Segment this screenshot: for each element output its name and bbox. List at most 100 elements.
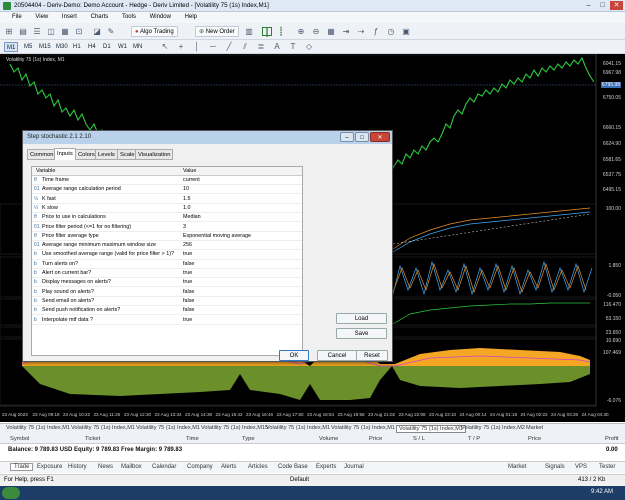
input-row[interactable]: ½K slow 1.0 [32, 204, 302, 214]
col-price[interactable]: Price [369, 436, 382, 442]
col-tp[interactable]: T / P [468, 436, 480, 442]
input-value[interactable]: true [183, 251, 192, 257]
input-value[interactable]: false [183, 289, 194, 295]
chart-tab[interactable]: Volatility 75 (1s) Index,M1 [71, 425, 135, 431]
new-order-button[interactable]: ⊕ New Order [195, 26, 239, 37]
menu-charts[interactable]: Charts [91, 14, 109, 20]
input-row[interactable]: b Turn alerts on? false [32, 260, 302, 269]
col-profit[interactable]: Profit [605, 436, 619, 442]
tile-windows-icon[interactable]: ▦ [326, 27, 336, 36]
menu-insert[interactable]: Insert [62, 14, 77, 20]
load-button[interactable]: Load [336, 313, 387, 324]
input-value[interactable]: 3 [183, 224, 186, 230]
dialog-title-bar[interactable]: Step stochastic 2.1 2.10 – □ ✕ [23, 131, 392, 144]
label-icon[interactable]: T [288, 42, 298, 51]
input-row[interactable]: ½K fast 1.5 [32, 195, 302, 204]
menu-view[interactable]: View [35, 14, 48, 20]
market-watch-icon[interactable]: ◫ [46, 27, 56, 36]
indicators-icon[interactable]: ƒ [371, 27, 381, 36]
input-row[interactable]: 01 Price filter period (<=1 for no filter… [32, 223, 302, 232]
panel-tab[interactable]: Market [508, 464, 526, 470]
chart-tab[interactable]: Volatility 75 (1s) Index,M15 [201, 425, 268, 431]
templates-icon[interactable]: ▣ [401, 27, 411, 36]
input-value[interactable]: 10 [183, 186, 189, 192]
tf-m15[interactable]: M15 [37, 42, 53, 52]
tf-h1[interactable]: H1 [71, 42, 83, 52]
input-row[interactable]: tf Time frame current [32, 176, 302, 186]
col-volume[interactable]: Volume [319, 436, 338, 442]
input-row[interactable]: b Use smoothed average range (valid for p… [32, 250, 302, 260]
col-symbol[interactable]: Symbol [10, 436, 29, 442]
zoom-in-icon[interactable]: ⊕ [296, 27, 306, 36]
menu-window[interactable]: Window [150, 14, 171, 20]
fibonacci-icon[interactable]: ≣ [256, 42, 266, 51]
terminal-tab[interactable]: Mailbox [121, 464, 142, 470]
dialog-close-icon[interactable]: ✕ [370, 132, 390, 142]
terminal-tab[interactable]: Alerts [221, 464, 236, 470]
tab-visualization[interactable]: Visualization [135, 149, 174, 160]
input-value[interactable]: true [183, 279, 192, 285]
col-time[interactable]: Time [186, 436, 199, 442]
input-row[interactable]: b Interpolate mtf data ? true [32, 316, 302, 325]
tab-levels[interactable]: Levels [95, 149, 118, 160]
tab-common[interactable]: Common [27, 149, 57, 160]
terminal-icon[interactable]: ⊡ [74, 27, 84, 36]
input-row[interactable]: b Send push notification on alerts? false [32, 306, 302, 316]
data-window-icon[interactable]: ▦ [60, 27, 70, 36]
input-value[interactable]: false [183, 298, 194, 304]
input-value[interactable]: Median [183, 214, 201, 220]
input-row[interactable]: 01 Average range minimum maximum window s… [32, 241, 302, 251]
terminal-tab[interactable]: Exposure [37, 464, 62, 470]
maximize-icon[interactable]: □ [596, 1, 609, 10]
cursor-icon[interactable]: ↖ [160, 42, 170, 51]
crosshair-icon[interactable]: + [176, 42, 186, 51]
terminal-tab[interactable]: Journal [344, 464, 364, 470]
dialog-minimize-icon[interactable]: – [340, 132, 354, 142]
trendline-icon[interactable]: ╱ [224, 42, 234, 51]
navigator-icon[interactable]: ☰ [32, 27, 42, 36]
cancel-button[interactable]: Cancel [317, 350, 357, 361]
input-row[interactable]: 01 Average range calculation period 10 [32, 185, 302, 195]
terminal-tab[interactable]: Company [187, 464, 213, 470]
terminal-tab[interactable]: History [68, 464, 87, 470]
input-value[interactable]: 1.0 [183, 205, 191, 211]
chart-tab[interactable]: Volatility 75 (1s) Index,M1 [396, 425, 467, 433]
new-chart-icon[interactable]: ⊞ [4, 27, 14, 36]
tf-w1[interactable]: W1 [116, 42, 129, 52]
tab-inputs[interactable]: Inputs [54, 148, 76, 160]
panel-tab[interactable]: VPS [575, 464, 587, 470]
terminal-tab[interactable]: Experts [316, 464, 336, 470]
profiles-icon[interactable]: ▤ [18, 27, 28, 36]
input-row[interactable]: tf Price to use in calculations Median [32, 213, 302, 223]
col-type[interactable]: Type [242, 436, 255, 442]
input-row[interactable]: b Play sound on alerts? false [32, 288, 302, 297]
shapes-icon[interactable]: ◇ [304, 42, 314, 51]
col-sl[interactable]: S / L [413, 436, 425, 442]
tf-m5[interactable]: M5 [22, 42, 34, 52]
depth-of-market-icon[interactable]: ▥ [244, 27, 254, 36]
vertical-line-icon[interactable]: │ [192, 42, 202, 51]
tf-d1[interactable]: D1 [101, 42, 113, 52]
candlestick-icon[interactable]: ┋ [276, 27, 286, 36]
input-row[interactable]: b Send email on alerts? false [32, 297, 302, 307]
input-value[interactable]: false [183, 261, 194, 267]
save-button[interactable]: Save [336, 328, 387, 339]
close-icon[interactable]: ✕ [610, 1, 623, 10]
input-value[interactable]: true [183, 270, 192, 276]
terminal-tab[interactable]: Articles [248, 464, 268, 470]
metaeditor-icon[interactable]: ✎ [106, 27, 116, 36]
input-value[interactable]: 1.5 [183, 196, 191, 202]
start-button[interactable] [2, 487, 20, 499]
input-value[interactable]: true [183, 317, 192, 323]
input-row[interactable]: b Alert on current bar? true [32, 269, 302, 279]
col-ticket[interactable]: Ticket [85, 436, 100, 442]
scroll-icon[interactable]: ⇥ [341, 27, 351, 36]
terminal-tab[interactable]: Code Base [278, 464, 308, 470]
terminal-tab[interactable]: News [98, 464, 113, 470]
panel-tab[interactable]: Signals [545, 464, 565, 470]
bar-chart-icon[interactable]: ┃ [262, 27, 272, 37]
periods-icon[interactable]: ◷ [386, 27, 396, 36]
zoom-out-icon[interactable]: ⊖ [311, 27, 321, 36]
text-icon[interactable]: A [272, 42, 282, 51]
panel-tab[interactable]: Tester [599, 464, 615, 470]
